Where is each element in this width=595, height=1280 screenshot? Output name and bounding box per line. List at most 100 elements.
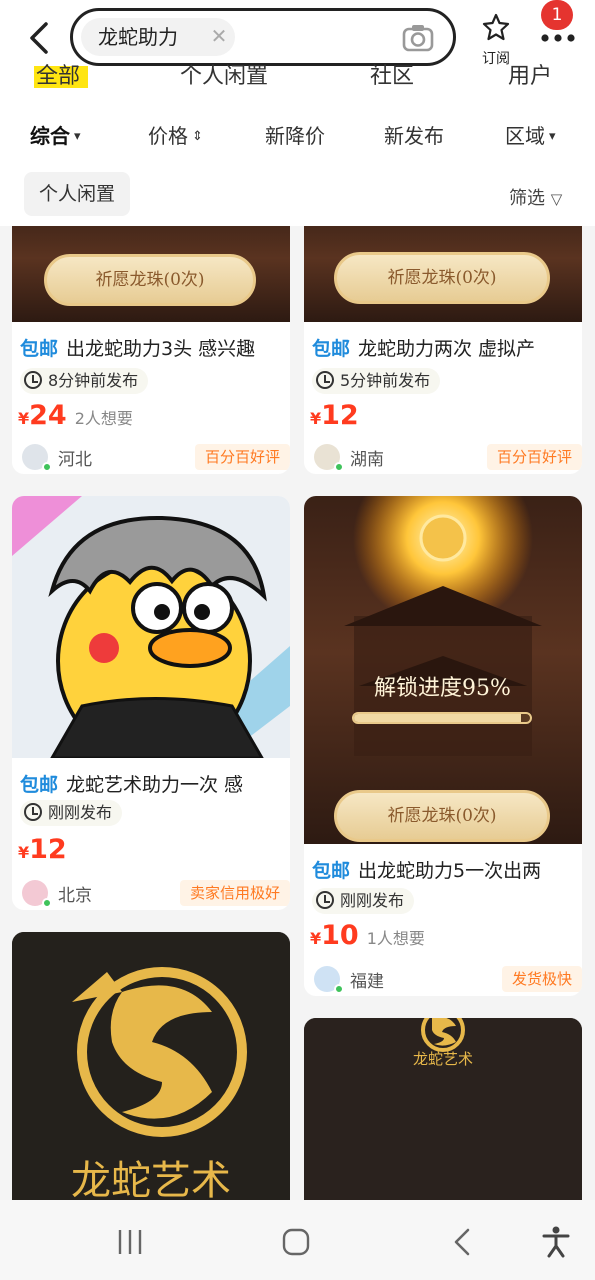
chevron-down-icon: ▾ [549, 129, 556, 144]
filter-button-label: 筛选 [509, 188, 545, 209]
posted-time-text: 5分钟前发布 [340, 371, 431, 390]
camera-icon[interactable] [401, 21, 435, 55]
tag-personal-idle[interactable]: 个人闲置 [24, 172, 130, 216]
seller-region: 福建 [350, 972, 384, 992]
listing-image: 解锁进度95% 祈愿龙珠(0次) [304, 496, 582, 844]
currency-symbol: ¥ [310, 929, 322, 948]
free-shipping-label: 包邮 [20, 338, 59, 360]
sort-price-label: 价格 [148, 124, 188, 148]
listing-title-text: 出龙蛇助力5一次出两 [358, 860, 542, 882]
chevron-down-icon: ▾ [74, 129, 81, 144]
listing-title-text: 龙蛇助力两次 虚拟产 [358, 338, 536, 360]
seller-row[interactable]: 福建 发货极快 [312, 964, 582, 996]
posted-time: 8分钟前发布 [20, 368, 149, 394]
seller-tag: 百分百好评 [194, 444, 290, 470]
listing-card[interactable]: 包邮 龙蛇艺术助力一次 感 刚刚发布 ¥12 北京 卖家信用极好 [12, 496, 290, 910]
listing-card[interactable]: 解锁进度95% 祈愿龙珠(0次) 包邮 出龙蛇助力5一次出两 刚刚发布 ¥10 1人… [304, 496, 582, 996]
notification-badge: 1 [541, 0, 573, 30]
price-row: ¥24 2人想要 [18, 400, 133, 431]
listing-card[interactable]: 龙蛇艺术 [304, 1018, 582, 1200]
clock-icon [316, 891, 334, 909]
clock-icon [24, 803, 42, 821]
wish-button-graphic: 祈愿龙珠(0次) [44, 254, 256, 306]
sort-price[interactable]: 价格 ⇕ [148, 120, 203, 149]
listing-title-text: 出龙蛇助力3头 感兴趣 [66, 338, 256, 360]
price: 12 [29, 834, 67, 865]
sort-new-price-drop[interactable]: 新降价 [265, 120, 325, 149]
price: 12 [321, 400, 359, 431]
search-query-text: 龙蛇助力 [98, 25, 178, 49]
close-icon[interactable]: ✕ [207, 24, 231, 48]
listing-title: 包邮 出龙蛇助力3头 感兴趣 [20, 334, 284, 361]
tab-users[interactable]: 用户 [508, 62, 552, 90]
listing-image: 龙蛇艺术 [304, 1018, 582, 1200]
sort-filter-bar: 综合 ▾ 价格 ⇕ 新降价 新发布 区域 ▾ [0, 100, 595, 166]
online-indicator [334, 984, 344, 994]
currency-symbol: ¥ [18, 409, 30, 428]
top-header: 龙蛇助力 ✕ 订阅 1 全部 个人闲置 社区 用户 [0, 0, 595, 100]
listing-title: 包邮 龙蛇艺术助力一次 感 [20, 770, 284, 797]
tab-community[interactable]: 社区 [370, 62, 414, 90]
accessibility-icon[interactable] [536, 1222, 576, 1262]
sort-comprehensive[interactable]: 综合 ▾ [30, 120, 81, 149]
seller-row[interactable]: 北京 卖家信用极好 [20, 878, 290, 910]
online-indicator [42, 898, 52, 908]
chevron-left-icon [30, 22, 48, 54]
price: 24 [29, 400, 67, 431]
posted-time-text: 刚刚发布 [48, 803, 113, 822]
listing-image: 祈愿龙珠(0次) [304, 226, 582, 322]
free-shipping-label: 包邮 [312, 338, 351, 360]
price-row: ¥12 [18, 834, 75, 865]
posted-time: 刚刚发布 [20, 800, 123, 826]
home-icon[interactable] [276, 1222, 316, 1262]
brand-text: 龙蛇艺术 [412, 1050, 473, 1068]
online-indicator [334, 462, 344, 472]
free-shipping-label: 包邮 [312, 860, 351, 882]
sort-newly-posted[interactable]: 新发布 [384, 120, 444, 149]
filter-region[interactable]: 区域 ▾ [505, 120, 556, 149]
category-tab-strip: 全部 个人闲置 社区 用户 [0, 62, 595, 100]
listing-title-text: 龙蛇艺术助力一次 感 [66, 774, 244, 796]
tab-all[interactable]: 全部 [36, 62, 80, 90]
unlock-progress-fill [354, 714, 522, 722]
wants-count: 1人想要 [366, 929, 425, 948]
back-button[interactable] [22, 18, 58, 58]
price-row: ¥10 1人想要 [310, 920, 425, 951]
search-query-chip[interactable]: 龙蛇助力 ✕ [81, 18, 235, 56]
free-shipping-label: 包邮 [20, 774, 59, 796]
listing-card[interactable]: 祈愿龙珠(0次) 包邮 龙蛇助力两次 虚拟产 5分钟前发布 ¥12 湖南 百分百好… [304, 226, 582, 474]
seller-tag: 百分百好评 [486, 444, 582, 470]
star-pin-icon [482, 13, 510, 41]
clock-icon [316, 371, 334, 389]
listing-card[interactable]: 祈愿龙珠(0次) 包邮 出龙蛇助力3头 感兴趣 8分钟前发布 ¥24 2人想要 河北… [12, 226, 290, 474]
filter-button[interactable]: 筛选 ▽ [509, 184, 562, 210]
search-box[interactable]: 龙蛇助力 ✕ [70, 8, 456, 66]
subscribe-button[interactable]: 订阅 [474, 8, 518, 68]
recent-apps-icon[interactable] [110, 1222, 150, 1262]
wish-button-graphic: 祈愿龙珠(0次) [334, 252, 550, 304]
seller-tag: 卖家信用极好 [179, 880, 290, 906]
posted-time-text: 刚刚发布 [340, 891, 405, 910]
sort-comprehensive-label: 综合 [30, 124, 70, 148]
tab-personal-idle[interactable]: 个人闲置 [180, 62, 268, 90]
online-indicator [42, 462, 52, 472]
tag-row: 个人闲置 筛选 ▽ [0, 166, 595, 226]
listing-image [12, 496, 290, 758]
listing-image: 祈愿龙珠(0次) [12, 226, 290, 322]
clock-icon [24, 371, 42, 389]
unlock-progress-text: 解锁进度95% [374, 676, 511, 701]
system-nav-bar [0, 1200, 595, 1280]
listing-card[interactable]: 龙蛇艺术 [12, 932, 290, 1200]
funnel-icon: ▽ [550, 190, 563, 208]
seller-tag: 发货极快 [501, 966, 582, 992]
listing-title: 包邮 出龙蛇助力5一次出两 [312, 856, 576, 883]
filter-region-label: 区域 [505, 124, 545, 148]
dragon-logo [72, 967, 247, 1137]
wish-button-graphic: 祈愿龙珠(0次) [334, 790, 550, 842]
posted-time-text: 8分钟前发布 [48, 371, 139, 390]
back-icon[interactable] [444, 1222, 484, 1262]
seller-row[interactable]: 湖南 百分百好评 [312, 442, 582, 474]
listing-feed: 祈愿龙珠(0次) 包邮 出龙蛇助力3头 感兴趣 8分钟前发布 ¥24 2人想要 河北… [0, 226, 595, 1200]
seller-region: 河北 [58, 450, 92, 470]
seller-row[interactable]: 河北 百分百好评 [20, 442, 290, 474]
